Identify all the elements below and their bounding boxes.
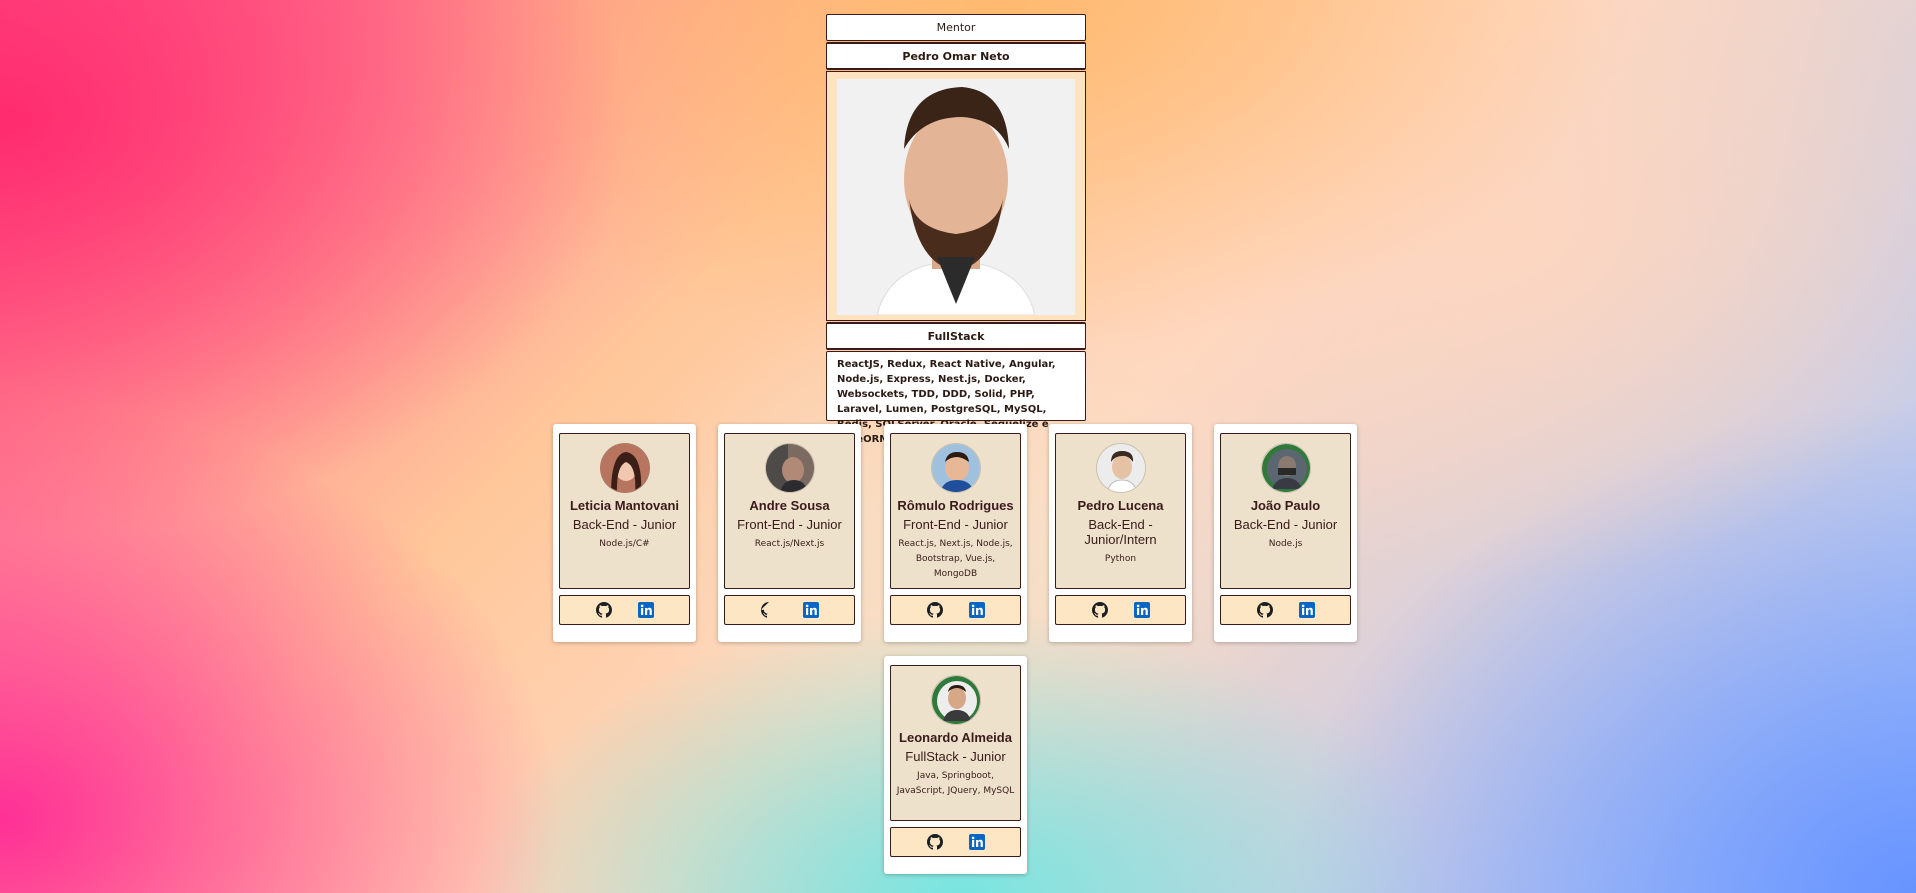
github-icon[interactable]: [760, 602, 777, 618]
linkedin-icon[interactable]: [1298, 602, 1315, 618]
linkedin-icon[interactable]: [968, 834, 985, 850]
avatar: [930, 443, 981, 493]
member-info: Andre Sousa Front-End - Junior React.js/…: [724, 433, 855, 589]
member-techs: Node.js/C#: [599, 539, 650, 549]
mentor-photo: [837, 79, 1075, 315]
member-name: Andre Sousa: [749, 498, 830, 513]
member-name: Pedro Lucena: [1077, 498, 1164, 513]
linkedin-icon[interactable]: [802, 602, 819, 618]
avatar: [930, 675, 981, 725]
member-card: Andre Sousa Front-End - Junior React.js/…: [718, 424, 861, 642]
linkedin-icon[interactable]: [968, 602, 985, 618]
member-links: [1055, 595, 1186, 625]
member-links: [724, 595, 855, 625]
member-role: Front-End - Junior: [737, 517, 842, 532]
member-info: Rômulo Rodrigues Front-End - Junior Reac…: [890, 433, 1021, 589]
mentor-label: Mentor: [826, 14, 1086, 41]
member-role: Back-End - Junior/Intern: [1084, 517, 1157, 547]
linkedin-icon[interactable]: [1133, 602, 1150, 618]
member-card: Leonardo Almeida FullStack - Junior Java…: [884, 656, 1027, 874]
github-icon[interactable]: [595, 602, 612, 618]
avatar: [1095, 443, 1146, 493]
member-card: João Paulo Back-End - Junior Node.js: [1214, 424, 1357, 642]
member-techs: Java, Springboot, JavaScript, JQuery, My…: [896, 771, 1015, 796]
member-name: Leonardo Almeida: [899, 730, 1012, 745]
member-name: Leticia Mantovani: [569, 498, 680, 513]
github-icon[interactable]: [1091, 602, 1108, 618]
member-card: Leticia Mantovani Back-End - Junior Node…: [553, 424, 696, 642]
member-links: [890, 595, 1021, 625]
mentor-name: Pedro Omar Neto: [826, 42, 1086, 70]
avatar: [764, 443, 815, 493]
member-techs: Node.js: [1268, 539, 1303, 549]
member-techs: React.js/Next.js: [754, 539, 825, 549]
member-name: Rômulo Rodrigues: [897, 498, 1014, 513]
member-card: Pedro Lucena Back-End - Junior/Intern Py…: [1049, 424, 1192, 642]
github-icon[interactable]: [926, 602, 943, 618]
github-icon[interactable]: [926, 834, 943, 850]
member-links: [1220, 595, 1351, 625]
member-info: Leticia Mantovani Back-End - Junior Node…: [559, 433, 690, 589]
avatar: [1260, 443, 1311, 493]
member-info: Pedro Lucena Back-End - Junior/Intern Py…: [1055, 433, 1186, 589]
member-role: Front-End - Junior: [903, 517, 1008, 532]
mentor-card: Mentor Pedro Omar Neto FullStack ReactJS…: [826, 14, 1086, 445]
member-info: Leonardo Almeida FullStack - Junior Java…: [890, 665, 1021, 821]
member-role: FullStack - Junior: [905, 749, 1006, 764]
mentor-photo-frame: [826, 71, 1086, 321]
linkedin-icon[interactable]: [637, 602, 654, 618]
avatar: [599, 443, 650, 493]
member-techs: Python: [1104, 554, 1137, 564]
member-card: Rômulo Rodrigues Front-End - Junior Reac…: [884, 424, 1027, 642]
member-name: João Paulo: [1250, 498, 1321, 513]
mentor-stack: FullStack: [826, 322, 1086, 350]
member-links: [890, 827, 1021, 857]
member-role: Back-End - Junior: [1233, 517, 1338, 532]
github-icon[interactable]: [1256, 602, 1273, 618]
member-info: João Paulo Back-End - Junior Node.js: [1220, 433, 1351, 589]
mentor-techs: ReactJS, Redux, React Native, Angular, N…: [826, 351, 1086, 445]
member-role: Back-End - Junior: [572, 517, 677, 532]
member-techs: React.js, Next.js, Node.js, Bootstrap, V…: [898, 539, 1013, 579]
member-links: [559, 595, 690, 625]
